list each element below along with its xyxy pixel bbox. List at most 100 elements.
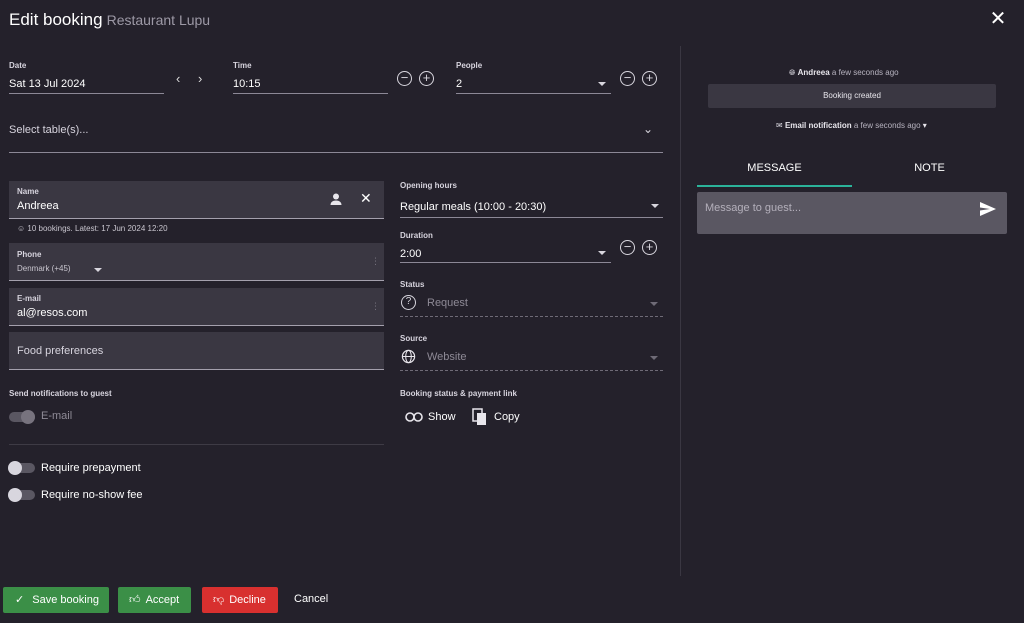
save-booking-label: Save booking <box>32 594 99 606</box>
status-label: Status <box>400 280 425 289</box>
smile-icon: ☺ <box>17 224 26 233</box>
chevron-down-icon <box>651 204 659 208</box>
food-preferences-placeholder: Food preferences <box>17 345 104 357</box>
name-value: Andreea <box>17 200 59 212</box>
activity-user-time: a few seconds ago <box>831 68 899 77</box>
payment-link-label: Booking status & payment link <box>400 389 517 398</box>
people-increase-icon[interactable]: + <box>642 71 657 86</box>
cancel-button[interactable]: Cancel <box>294 593 328 605</box>
send-icon[interactable] <box>979 201 997 222</box>
save-booking-button[interactable]: ✓ Save booking <box>3 587 109 613</box>
caret-down-icon: ▾ <box>922 121 927 130</box>
table-select[interactable]: Select table(s)... ⌄ <box>9 120 663 153</box>
people-select[interactable]: 2 <box>456 74 611 94</box>
email-notification-time: a few seconds ago <box>853 121 921 130</box>
time-field[interactable]: 10:15 <box>233 74 388 94</box>
email-value: al@resos.com <box>17 307 88 319</box>
people-label: People <box>456 61 483 70</box>
prev-date-icon[interactable]: ‹ <box>176 71 180 86</box>
email-field[interactable]: E-mail al@resos.com ⋮ <box>9 288 384 326</box>
dialog-title: Edit booking Restaurant Lupu <box>9 10 210 30</box>
food-preferences-field[interactable]: Food preferences <box>9 332 384 370</box>
tab-message-label: MESSAGE <box>747 162 802 174</box>
section-divider <box>9 444 384 445</box>
people-decrease-icon[interactable]: − <box>620 71 635 86</box>
autofill-icon: ⋮ <box>371 301 380 311</box>
email-toggle-label: E-mail <box>41 410 73 422</box>
duration-decrease-icon[interactable]: − <box>620 240 635 255</box>
accept-button[interactable]: 👍︎ Accept <box>118 587 191 613</box>
chevron-down-icon <box>598 82 606 86</box>
time-decrease-icon[interactable]: − <box>397 71 412 86</box>
email-notification-toggle[interactable] <box>9 410 35 424</box>
name-field[interactable]: Name Andreea ✕ <box>9 181 384 219</box>
copy-icon <box>472 408 486 425</box>
opening-hours-label: Opening hours <box>400 181 457 190</box>
chevron-down-icon <box>598 251 606 255</box>
time-increase-icon[interactable]: + <box>419 71 434 86</box>
country-code-select[interactable]: Denmark (+45) <box>17 264 71 273</box>
tab-note[interactable]: NOTE <box>852 162 1007 186</box>
person-icon[interactable] <box>329 192 343 206</box>
clear-name-icon[interactable]: ✕ <box>360 190 372 207</box>
opening-hours-value: Regular meals (10:00 - 20:30) <box>400 201 547 213</box>
noshow-fee-label: Require no-show fee <box>41 489 143 501</box>
restaurant-name: Restaurant Lupu <box>106 12 211 28</box>
phone-field[interactable]: Phone Denmark (+45) ⋮ <box>9 243 384 281</box>
date-value: Sat 13 Jul 2024 <box>9 78 86 90</box>
table-select-placeholder: Select table(s)... <box>9 124 89 136</box>
date-field[interactable]: Sat 13 Jul 2024 <box>9 74 164 94</box>
time-label: Time <box>233 61 252 70</box>
opening-hours-select[interactable]: Regular meals (10:00 - 20:30) <box>400 197 663 218</box>
duration-label: Duration <box>400 231 433 240</box>
check-icon: ✓ <box>15 594 25 606</box>
globe-icon <box>401 349 416 369</box>
active-tab-indicator <box>697 185 852 187</box>
accept-label: Accept <box>145 594 180 606</box>
message-input[interactable]: Message to guest... <box>697 192 1007 234</box>
mail-icon: ✉ <box>776 121 783 130</box>
thumbs-down-icon: 👎︎ <box>213 594 225 606</box>
duration-select[interactable]: 2:00 <box>400 244 611 263</box>
duration-increase-icon[interactable]: + <box>642 240 657 255</box>
booking-created-text: Booking created <box>823 91 881 100</box>
status-value: Request <box>427 297 468 309</box>
copy-link-label: Copy <box>494 411 520 423</box>
status-select[interactable]: ? Request <box>400 292 663 317</box>
decline-button[interactable]: 👎︎ Decline <box>202 587 278 613</box>
title-text: Edit booking <box>9 10 103 29</box>
tab-note-label: NOTE <box>914 162 945 174</box>
noshow-fee-toggle[interactable] <box>8 488 35 502</box>
email-notification-label: Email notification <box>784 121 852 130</box>
email-notification-line[interactable]: ✉ Email notification a few seconds ago ▾ <box>776 121 927 130</box>
name-label: Name <box>17 187 39 196</box>
people-value: 2 <box>456 78 463 90</box>
email-label: E-mail <box>17 294 42 303</box>
notifications-label: Send notifications to guest <box>9 389 112 398</box>
tab-message[interactable]: MESSAGE <box>697 162 852 186</box>
chevron-down-icon <box>94 268 102 272</box>
thumbs-up-icon: 👍︎ <box>129 594 141 606</box>
next-date-icon[interactable]: › <box>198 71 202 86</box>
source-select[interactable]: Website <box>400 346 663 371</box>
date-label: Date <box>9 61 27 70</box>
activity-user: Andreea <box>797 68 830 77</box>
globe-icon: 🌐︎ <box>789 68 796 77</box>
link-icon <box>405 412 423 422</box>
guest-stats: ☺ 10 bookings. Latest: 17 Jun 2024 12:20 <box>17 224 168 233</box>
country-code-value: Denmark (+45) <box>17 264 71 273</box>
chevron-down-icon <box>650 356 658 360</box>
time-value: 10:15 <box>233 78 261 90</box>
activity-user-line: 🌐︎ Andreea a few seconds ago <box>789 68 899 78</box>
autofill-icon: ⋮ <box>371 256 380 266</box>
message-placeholder: Message to guest... <box>705 202 801 214</box>
booking-created-event: Booking created <box>708 84 996 108</box>
decline-label: Decline <box>229 594 266 606</box>
prepayment-toggle[interactable] <box>8 461 35 475</box>
guest-stats-text: 10 bookings. Latest: 17 Jun 2024 12:20 <box>27 224 168 233</box>
duration-value: 2:00 <box>400 248 422 260</box>
close-icon[interactable]: ✕ <box>988 9 1008 29</box>
chevron-down-icon <box>650 302 658 306</box>
question-icon: ? <box>401 295 416 310</box>
chevron-down-icon: ⌄ <box>643 122 654 136</box>
